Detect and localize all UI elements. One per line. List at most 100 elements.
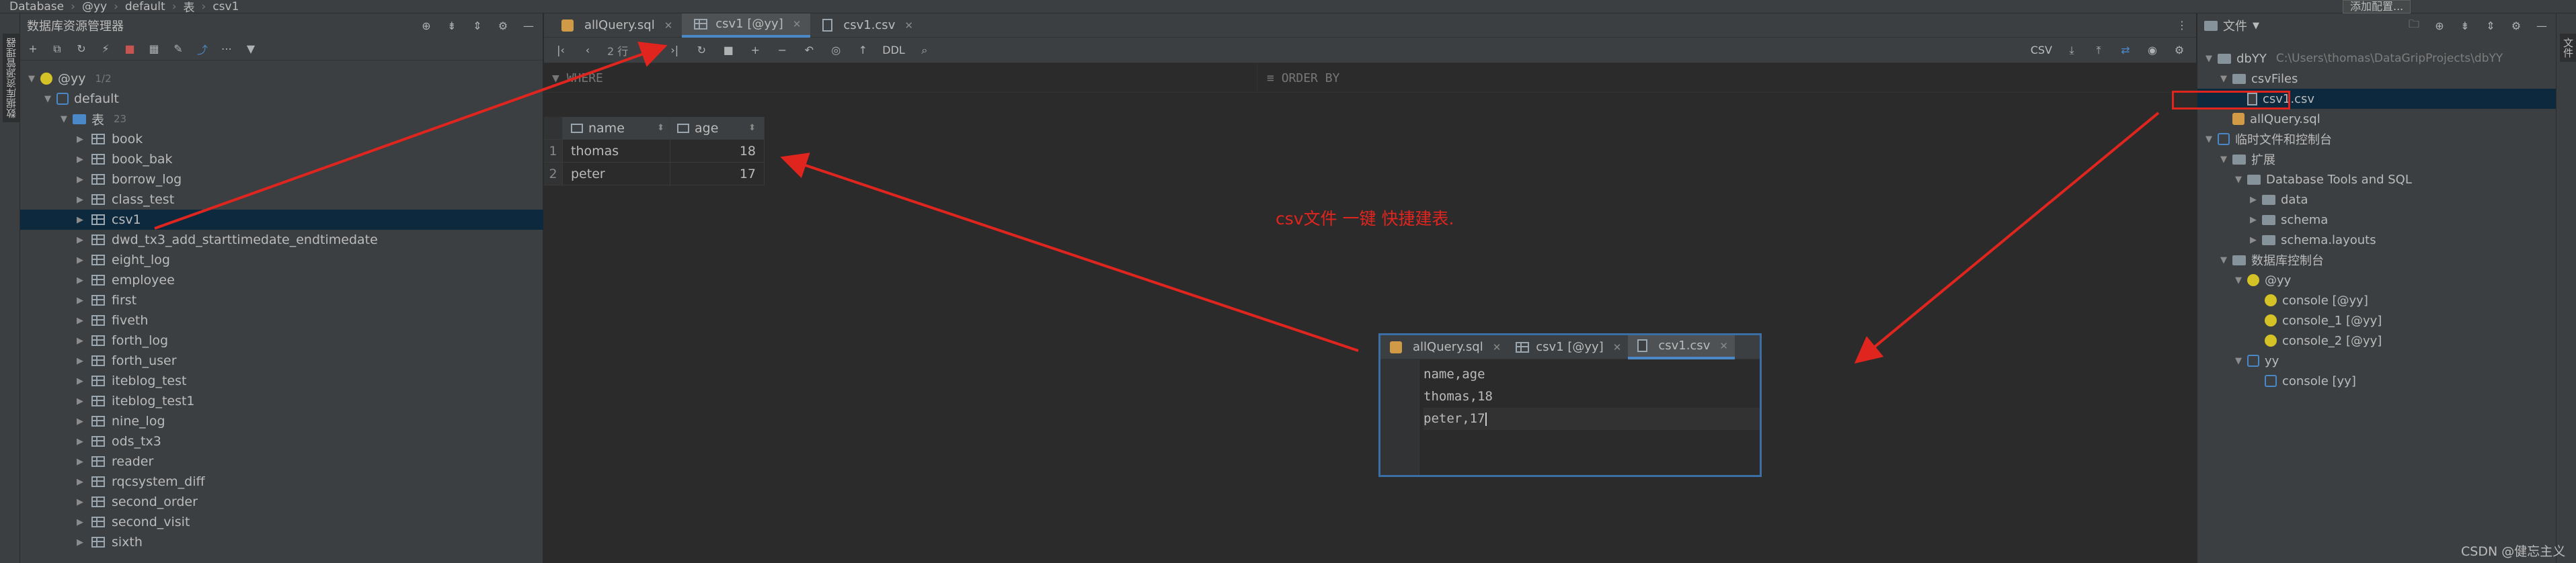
tree-table-item[interactable]: ▶ second_order [20, 492, 543, 512]
chevron-down-icon[interactable]: ▼ [58, 114, 70, 124]
tree-folder[interactable]: ▼ csvFiles [2197, 69, 2557, 89]
collapse-all-icon[interactable]: ⇟ [2458, 18, 2472, 33]
preview-icon[interactable]: ◎ [828, 43, 843, 58]
chevron-right-icon[interactable]: ▶ [74, 316, 86, 326]
tree-table-item[interactable]: ▶ forth_log [20, 331, 543, 351]
sort-icon[interactable]: ⬍ [657, 123, 664, 133]
column-header-age[interactable]: age ⬍ [670, 117, 765, 140]
tree-console[interactable]: console [yy] [2197, 371, 2557, 391]
download-icon[interactable]: ⤓ [2064, 43, 2079, 58]
gear-icon[interactable]: ⚙ [2509, 18, 2524, 33]
tree-table-item[interactable]: ▶ book_bak [20, 149, 543, 169]
tree-table-item[interactable]: ▶ sixth [20, 532, 543, 552]
minimize-icon[interactable]: — [521, 18, 536, 33]
where-filter-input[interactable]: ▼ WHERE [552, 71, 603, 85]
chevron-right-icon[interactable]: ▶ [74, 477, 86, 487]
chevron-down-icon[interactable]: ▼ [2203, 54, 2215, 64]
delete-row-icon[interactable]: − [775, 43, 789, 58]
chevron-right-icon[interactable]: ▶ [74, 255, 86, 265]
gear-icon[interactable]: ⚙ [2172, 43, 2187, 58]
tree-table-item[interactable]: ▶ ods_tx3 [20, 431, 543, 451]
tab-csv1-csv[interactable]: csv1.csv ✕ [810, 13, 923, 38]
upload-icon[interactable]: ⤒ [2091, 43, 2106, 58]
tree-table-item[interactable]: ▶ forth_user [20, 351, 543, 371]
chevron-down-icon[interactable]: ▼ [2203, 134, 2215, 144]
chevron-down-icon[interactable]: ▼ [2232, 275, 2245, 286]
chevron-right-icon[interactable]: ▶ [74, 457, 86, 467]
tree-table-item[interactable]: ▶ employee [20, 270, 543, 290]
minimize-icon[interactable]: — [2534, 18, 2549, 33]
locate-icon[interactable]: ⊕ [419, 18, 434, 33]
eye-icon[interactable]: ◉ [2145, 43, 2160, 58]
chevron-right-icon[interactable]: ▶ [74, 497, 86, 507]
tree-datasource[interactable]: ▼ yy [2197, 351, 2557, 371]
edit-icon[interactable]: ✎ [171, 42, 186, 56]
chevron-down-icon[interactable]: ▼ [26, 74, 38, 84]
table-row[interactable]: 2 peter 17 [544, 163, 765, 185]
chevron-right-icon[interactable]: ▶ [74, 155, 86, 165]
locate-icon[interactable]: ⊕ [2432, 18, 2447, 33]
cell-age[interactable]: 18 [670, 140, 765, 163]
column-header-name[interactable]: name ⬍ [563, 117, 670, 140]
tab-csv1-csv[interactable]: csv1.csv ✕ [1628, 335, 1735, 359]
jump-to-console-icon[interactable]: ⤴ [195, 42, 210, 56]
tab-csv1-yy[interactable]: csv1 [@yy] ✕ [1508, 335, 1628, 359]
cell-age[interactable]: 17 [670, 163, 765, 185]
chevron-right-icon[interactable]: ▶ [74, 417, 86, 427]
tree-console[interactable]: console_1 [@yy] [2197, 310, 2557, 331]
tree-folder[interactable]: ▼ Database Tools and SQL [2197, 169, 2557, 189]
tab-allquery-sql[interactable]: allQuery.sql ✕ [549, 13, 682, 38]
add-configuration-button[interactable]: 添加配置... [2343, 0, 2411, 13]
breadcrumb-item[interactable]: Database [9, 0, 64, 13]
gear-icon[interactable]: ⚙ [496, 18, 510, 33]
refresh-icon[interactable]: ↻ [74, 42, 89, 56]
previous-page-icon[interactable]: ‹ [580, 43, 595, 58]
add-row-icon[interactable]: + [748, 43, 763, 58]
collapse-all-icon[interactable]: ⇟ [444, 18, 459, 33]
filter-icon[interactable]: ▼ [243, 42, 258, 56]
last-page-icon[interactable]: ›| [667, 43, 682, 58]
chevron-right-icon[interactable]: ▶ [74, 215, 86, 225]
chevron-right-icon[interactable]: ▶ [74, 517, 86, 527]
tree-table-item[interactable]: ▶ fiveth [20, 310, 543, 331]
tree-datasource[interactable]: ▼ @yy 1/2 [20, 69, 543, 89]
tree-table-item[interactable]: ▶ dwd_tx3_add_starttimedate_endtimedate [20, 230, 543, 250]
panel-title[interactable]: 文件 [2223, 17, 2247, 34]
tab-allquery-sql[interactable]: allQuery.sql ✕ [1380, 335, 1508, 359]
next-page-icon[interactable]: › [640, 43, 655, 58]
chevron-right-icon[interactable]: ▶ [74, 356, 86, 366]
export-format-dropdown[interactable]: CSV [2031, 44, 2052, 56]
table-icon[interactable]: ▦ [147, 42, 161, 56]
chevron-down-icon[interactable]: ▼ [42, 94, 54, 104]
stop-icon[interactable]: ■ [721, 43, 736, 58]
chevron-down-icon[interactable]: ▼ [2218, 155, 2230, 165]
tree-table-item[interactable]: ▶ csv1 [20, 210, 543, 230]
breadcrumb-item[interactable]: default [125, 0, 165, 13]
duplicate-icon[interactable]: ⧉ [50, 42, 65, 56]
chevron-down-icon[interactable]: ▼ [2232, 356, 2245, 366]
chevron-down-icon[interactable]: ▼ [2232, 175, 2245, 185]
more-vertical-icon[interactable]: ⋮ [2175, 18, 2189, 33]
tree-datasource[interactable]: ▼ @yy [2197, 270, 2557, 290]
tree-folder[interactable]: ▶ schema.layouts [2197, 230, 2557, 250]
tree-root[interactable]: ▼ dbYY C:\Users\thomas\DataGripProjects\… [2197, 48, 2557, 69]
search-icon[interactable]: ⌕ [917, 43, 932, 58]
chevron-right-icon[interactable]: ▶ [2247, 235, 2259, 245]
chevron-right-icon[interactable]: ▶ [74, 537, 86, 548]
expand-all-icon[interactable]: ⇕ [2483, 18, 2498, 33]
chevron-down-icon[interactable]: ▼ [2253, 21, 2259, 31]
tree-table-item[interactable]: ▶ class_test [20, 189, 543, 210]
chevron-right-icon[interactable]: ▶ [74, 437, 86, 447]
files-tool-button[interactable]: 文件 [2560, 34, 2576, 62]
breadcrumb-item[interactable]: csv1 [212, 0, 239, 13]
database-explorer-tool-button[interactable]: 数据库资源管理器 [3, 34, 19, 122]
stop-icon[interactable]: ■ [122, 42, 137, 56]
compare-icon[interactable]: ⇄ [2118, 43, 2133, 58]
chevron-down-icon[interactable]: ▼ [2218, 74, 2230, 84]
chevron-right-icon[interactable]: ▶ [2247, 215, 2259, 225]
tree-folder[interactable]: ▶ schema [2197, 210, 2557, 230]
tree-console[interactable]: console_2 [@yy] [2197, 331, 2557, 351]
sort-icon[interactable]: ⬍ [748, 123, 756, 133]
chevron-right-icon[interactable]: ▶ [74, 275, 86, 286]
tree-table-item[interactable]: ▶ iteblog_test [20, 371, 543, 391]
